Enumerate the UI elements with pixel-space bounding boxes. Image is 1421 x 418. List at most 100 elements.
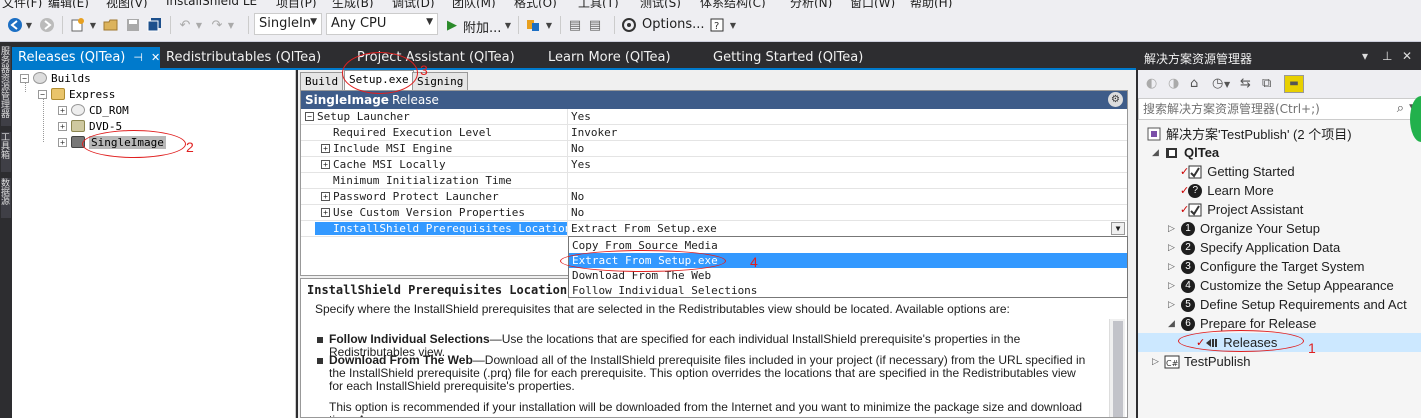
menu-item-view[interactable]: 视图(V) xyxy=(106,0,148,8)
undo-dropdown-icon[interactable]: ▼ xyxy=(194,15,204,35)
tree-node-customize-appearance[interactable]: ▷ 4 Customize the Setup Appearance xyxy=(1168,276,1394,295)
history-icon[interactable]: ◷ xyxy=(1212,76,1223,91)
close-icon[interactable]: ✕ xyxy=(1402,49,1412,63)
property-row[interactable]: Minimum Initialization Time xyxy=(301,173,1127,189)
menu-item-team[interactable]: 团队(M) xyxy=(452,0,496,8)
collapsed-icon[interactable]: ▷ xyxy=(1168,242,1180,253)
new-project-icon[interactable] xyxy=(68,15,86,35)
collapse-icon[interactable]: − xyxy=(20,73,29,83)
collapsed-icon[interactable]: ▷ xyxy=(1152,356,1164,367)
tree-node-express[interactable]: − Express xyxy=(38,86,115,102)
property-value[interactable]: No xyxy=(571,206,584,219)
expand-icon[interactable]: + xyxy=(321,160,330,169)
tree-node-learn-more[interactable]: ✓ ? Learn More xyxy=(1180,181,1274,200)
menu-item-tools[interactable]: 工具(T) xyxy=(578,0,619,8)
start-icon[interactable]: ▶ xyxy=(444,15,460,35)
collapse-icon[interactable]: − xyxy=(38,89,47,99)
scroll-thumb[interactable] xyxy=(1113,321,1123,417)
configuration-select[interactable]: SingleIn ▼ xyxy=(254,13,322,35)
tree-node-project-testpublish[interactable]: ▷ C# TestPublish xyxy=(1152,352,1250,371)
tab-redistributables[interactable]: Redistributables (QlTea) xyxy=(160,47,327,69)
search-input[interactable] xyxy=(1143,101,1383,117)
expand-icon[interactable]: + xyxy=(321,144,330,153)
tree-node-getting-started[interactable]: ✓ Getting Started xyxy=(1180,162,1295,181)
platform-select[interactable]: Any CPU ▼ xyxy=(326,13,438,35)
expand-icon[interactable]: + xyxy=(321,208,330,217)
options-gear-icon[interactable] xyxy=(620,15,638,35)
find-icon[interactable] xyxy=(524,15,542,35)
redo-icon[interactable]: ↷ xyxy=(208,15,226,35)
property-row[interactable]: + Cache MSI Locally Yes xyxy=(301,157,1127,173)
toolbar-item-icon[interactable]: ▤ xyxy=(566,15,584,35)
menu-item-window[interactable]: 窗口(W) xyxy=(850,0,895,8)
expanded-icon[interactable]: ◢ xyxy=(1168,318,1180,329)
tree-node-organize-setup[interactable]: ▷ 1 Organize Your Setup xyxy=(1168,219,1320,238)
toolbar-item2-icon[interactable]: ▤ xyxy=(586,15,604,35)
menu-item-installshield[interactable]: InstallShield LE xyxy=(166,0,257,8)
tree-node-configure-target[interactable]: ▷ 3 Configure the Target System xyxy=(1168,257,1365,276)
help-dropdown-icon[interactable]: ▼ xyxy=(728,15,738,35)
property-value[interactable]: Yes xyxy=(571,158,591,171)
property-value[interactable]: Yes xyxy=(571,110,591,123)
collapse-all-icon[interactable]: ⧉ xyxy=(1262,76,1271,91)
menu-item-help[interactable]: 帮助(H) xyxy=(910,0,952,8)
solution-search-box[interactable]: ⌕ ▼ xyxy=(1138,98,1421,120)
collapsed-icon[interactable]: ▷ xyxy=(1168,223,1180,234)
menu-item-project[interactable]: 项目(P) xyxy=(276,0,317,8)
history-dropdown-icon[interactable]: ▼ xyxy=(1224,80,1230,89)
back-icon[interactable] xyxy=(6,15,24,35)
back-icon[interactable]: ◐ xyxy=(1146,76,1157,91)
tree-node-cd-rom[interactable]: + CD_ROM xyxy=(58,102,129,118)
expanded-icon[interactable]: ◢ xyxy=(1152,147,1164,158)
menu-item-debug[interactable]: 调试(D) xyxy=(392,0,435,8)
tab-learn-more[interactable]: Learn More (QlTea) xyxy=(542,47,677,69)
property-value[interactable]: No xyxy=(571,142,584,155)
home-icon[interactable]: ⌂ xyxy=(1190,76,1198,91)
expand-icon[interactable]: + xyxy=(58,105,67,115)
collapsed-icon[interactable]: ▷ xyxy=(1168,261,1180,272)
search-icon[interactable]: ⌕ xyxy=(1397,101,1404,116)
tree-node-solution[interactable]: 解决方案'TestPublish' (2 个项目) xyxy=(1146,124,1352,143)
menu-item-format[interactable]: 格式(O) xyxy=(514,0,557,8)
tab-getting-started[interactable]: Getting Started (QlTea) xyxy=(707,47,869,69)
expand-icon[interactable]: + xyxy=(321,192,330,201)
tab-build[interactable]: Build xyxy=(300,72,344,90)
property-row[interactable]: + Use Custom Version Properties No xyxy=(301,205,1127,221)
attach-button[interactable]: 附加... xyxy=(463,17,501,36)
forward-icon[interactable] xyxy=(38,15,56,35)
menu-item-build[interactable]: 生成(B) xyxy=(332,0,374,8)
property-row[interactable]: − Setup Launcher Yes xyxy=(301,109,1127,125)
back-dropdown-icon[interactable]: ▼ xyxy=(24,15,34,35)
options-button[interactable]: Options... xyxy=(642,17,705,32)
property-row[interactable]: + Password Protect Launcher No xyxy=(301,189,1127,205)
menu-item-edit[interactable]: 编辑(E) xyxy=(48,0,89,8)
help-icon[interactable]: ? xyxy=(708,15,726,35)
undo-icon[interactable]: ↶ xyxy=(176,15,194,35)
collapsed-icon[interactable]: ▷ xyxy=(1168,280,1180,291)
attach-dropdown-icon[interactable]: ▼ xyxy=(503,15,513,35)
prerequisites-location-value[interactable]: Extract From Setup.exe xyxy=(571,222,717,235)
pin-icon[interactable]: ⊥ xyxy=(1382,49,1392,63)
window-menu-icon[interactable]: ▾ xyxy=(1362,49,1368,63)
collapse-icon[interactable]: − xyxy=(305,112,314,121)
tree-node-project-assistant[interactable]: ✓ Project Assistant xyxy=(1180,200,1303,219)
dropdown-option-follow-selections[interactable]: Follow Individual Selections xyxy=(569,283,1127,298)
property-row[interactable]: Required Execution Level Invoker xyxy=(301,125,1127,141)
save-all-icon[interactable] xyxy=(146,15,164,35)
sync-icon[interactable]: ⇆ xyxy=(1240,76,1251,91)
open-folder-icon[interactable] xyxy=(102,15,120,35)
new-dropdown-icon[interactable]: ▼ xyxy=(88,15,98,35)
tree-node-define-requirements[interactable]: ▷ 5 Define Setup Requirements and Act xyxy=(1168,295,1407,314)
tree-node-builds[interactable]: − Builds xyxy=(20,70,91,86)
save-icon[interactable] xyxy=(124,15,142,35)
menu-item-test[interactable]: 测试(S) xyxy=(640,0,681,8)
property-row[interactable]: + Include MSI Engine No xyxy=(301,141,1127,157)
tree-node-specify-app-data[interactable]: ▷ 2 Specify Application Data xyxy=(1168,238,1340,257)
redo-dropdown-icon[interactable]: ▼ xyxy=(226,15,236,35)
settings-icon[interactable]: ⚙ xyxy=(1108,92,1123,107)
find-dropdown-icon[interactable]: ▼ xyxy=(544,15,554,35)
collapsed-icon[interactable]: ▷ xyxy=(1168,299,1180,310)
tab-releases[interactable]: Releases (QlTea) ⊣ ✕ xyxy=(12,47,160,69)
menu-item-analyze[interactable]: 分析(N) xyxy=(790,0,832,8)
expand-icon[interactable]: + xyxy=(58,137,67,147)
